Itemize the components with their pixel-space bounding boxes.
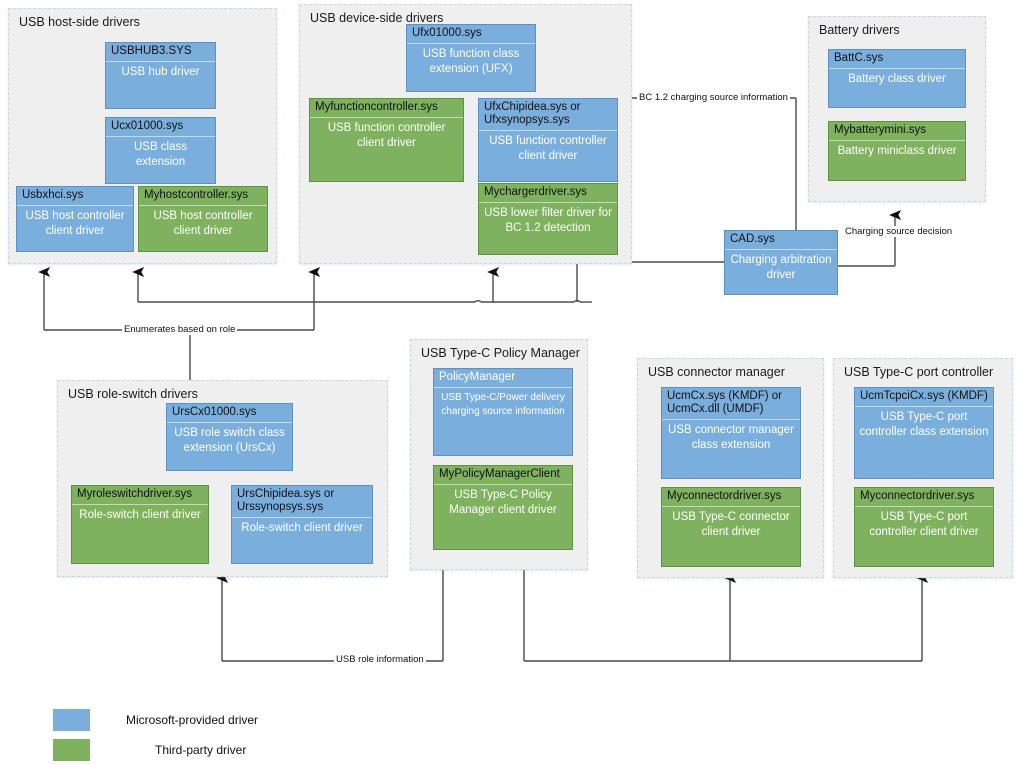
box-title-ucx01000: Ucx01000.sys xyxy=(106,118,215,137)
box-body-ufx01000: USB function class extension (UFX) xyxy=(422,48,520,75)
wire-label-enumerates: Enumerates based on role xyxy=(122,324,238,335)
box-body-mybatterymini: Battery miniclass driver xyxy=(837,145,957,157)
box-myhostcontroller[interactable]: Myhostcontroller.sys USB host controller… xyxy=(138,186,268,252)
box-title-cad: CAD.sys xyxy=(725,231,837,250)
group-title-host: USB host-side drivers xyxy=(19,15,140,29)
box-title-ucmcx: UcmCx.sys (KMDF) or UcmCx.dll (UMDF) xyxy=(662,388,800,420)
box-ufxchipidea[interactable]: UfxChipidea.sys or Ufxsynopsys.sys USB f… xyxy=(478,98,618,182)
wire-label-charging-source-decision: Charging source decision xyxy=(843,226,955,237)
box-body-mypolicymanagerclient: USB Type-C Policy Manager client driver xyxy=(449,489,557,516)
legend-label-third-party: Third-party driver xyxy=(155,743,247,757)
box-title-mypolicymanagerclient: MyPolicyManagerClient xyxy=(434,466,572,485)
box-title-ufx01000: Ufx01000.sys xyxy=(407,25,535,44)
group-title-roleswitch: USB role-switch drivers xyxy=(68,387,198,401)
box-body-ucmtcpcicx: USB Type-C port controller class extensi… xyxy=(859,411,989,438)
box-body-urschipidea: Role-switch client driver xyxy=(241,522,363,534)
box-usbxhci[interactable]: Usbxhci.sys USB host controller client d… xyxy=(16,186,134,252)
box-title-urschipidea: UrsChipidea.sys or Urssynopsys.sys xyxy=(232,486,372,518)
diagram-canvas: USB host-side drivers USBHUB3.SYS USB hu… xyxy=(0,0,1016,765)
box-battc[interactable]: BattC.sys Battery class driver xyxy=(828,49,966,108)
box-mypolicymanagerclient[interactable]: MyPolicyManagerClient USB Type-C Policy … xyxy=(433,465,573,550)
box-ufx01000[interactable]: Ufx01000.sys USB function class extensio… xyxy=(406,24,536,92)
box-body-usbhub3: USB hub driver xyxy=(121,66,200,78)
wire-label-usb-role-information: USB role information xyxy=(334,654,426,665)
group-title-portcontroller: USB Type-C port controller xyxy=(844,365,994,379)
box-title-mychargerdriver: Mychargerdriver.sys xyxy=(479,184,617,203)
box-ucx01000[interactable]: Ucx01000.sys USB class extension xyxy=(105,117,216,184)
group-title-connector: USB connector manager xyxy=(648,365,785,379)
box-cad[interactable]: CAD.sys Charging arbitration driver xyxy=(724,230,838,295)
box-title-myroleswitchdriver: Myroleswitchdriver.sys xyxy=(72,486,208,505)
box-policymanager[interactable]: PolicyManager USB Type-C/Power delivery … xyxy=(433,368,573,456)
box-title-mybatterymini: Mybatterymini.sys xyxy=(829,122,965,141)
box-urschipidea[interactable]: UrsChipidea.sys or Urssynopsys.sys Role-… xyxy=(231,485,373,564)
box-title-ufxchipidea: UfxChipidea.sys or Ufxsynopsys.sys xyxy=(479,99,617,131)
group-title-policy: USB Type-C Policy Manager xyxy=(421,346,580,360)
box-title-battc: BattC.sys xyxy=(829,50,965,69)
box-body-myhostcontroller: USB host controller client driver xyxy=(153,210,253,237)
box-title-myconnectordriver: Myconnectordriver.sys xyxy=(662,488,800,507)
box-ucmtcpcicx[interactable]: UcmTcpciCx.sys (KMDF) USB Type-C port co… xyxy=(854,387,994,479)
box-body-myconnectordriver2: USB Type-C port controller client driver xyxy=(869,511,979,538)
box-title-usbxhci: Usbxhci.sys xyxy=(17,187,133,206)
box-myroleswitchdriver[interactable]: Myroleswitchdriver.sys Role-switch clien… xyxy=(71,485,209,564)
box-myconnectordriver2[interactable]: Myconnectordriver.sys USB Type-C port co… xyxy=(854,487,994,567)
box-body-myfunctioncontroller: USB function controller client driver xyxy=(327,122,446,149)
box-body-usbxhci: USB host controller client driver xyxy=(25,210,125,237)
legend-swatch-microsoft xyxy=(53,709,90,731)
box-body-myroleswitchdriver: Role-switch client driver xyxy=(79,509,201,521)
box-myfunctioncontroller[interactable]: Myfunctioncontroller.sys USB function co… xyxy=(309,98,464,182)
box-body-ufxchipidea: USB function controller client driver xyxy=(489,135,607,162)
box-title-myconnectordriver2: Myconnectordriver.sys xyxy=(855,488,993,507)
box-mychargerdriver[interactable]: Mychargerdriver.sys USB lower filter dri… xyxy=(478,183,618,255)
legend-label-microsoft: Microsoft-provided driver xyxy=(126,713,259,727)
box-myconnectordriver[interactable]: Myconnectordriver.sys USB Type-C connect… xyxy=(661,487,801,567)
box-mybatterymini[interactable]: Mybatterymini.sys Battery miniclass driv… xyxy=(828,121,966,181)
box-urscx01000[interactable]: UrsCx01000.sys USB role switch class ext… xyxy=(166,403,293,471)
box-body-cad: Charging arbitration driver xyxy=(730,254,832,281)
legend-swatch-third-party xyxy=(53,739,90,761)
box-body-myconnectordriver: USB Type-C connector client driver xyxy=(672,511,790,538)
box-body-urscx01000: USB role switch class extension (UrsCx) xyxy=(174,427,285,454)
box-ucmcx[interactable]: UcmCx.sys (KMDF) or UcmCx.dll (UMDF) USB… xyxy=(661,387,801,479)
box-body-mychargerdriver: USB lower filter driver for BC 1.2 detec… xyxy=(484,207,612,234)
box-title-policymanager: PolicyManager xyxy=(434,369,572,388)
box-title-urscx01000: UrsCx01000.sys xyxy=(167,404,292,423)
box-title-myhostcontroller: Myhostcontroller.sys xyxy=(139,187,267,206)
box-title-usbhub3: USBHUB3.SYS xyxy=(106,43,215,62)
box-title-myfunctioncontroller: Myfunctioncontroller.sys xyxy=(310,99,463,118)
box-usbhub3[interactable]: USBHUB3.SYS USB hub driver xyxy=(105,42,216,109)
wire-label-bc12: BC 1.2 charging source information xyxy=(637,92,790,103)
box-body-ucx01000: USB class extension xyxy=(133,141,188,168)
box-body-policymanager: USB Type-C/Power delivery charging sourc… xyxy=(441,392,565,417)
box-body-ucmcx: USB connector manager class extension xyxy=(668,424,794,451)
box-title-ucmtcpcicx: UcmTcpciCx.sys (KMDF) xyxy=(855,388,993,407)
group-title-battery: Battery drivers xyxy=(819,23,900,37)
box-body-battc: Battery class driver xyxy=(848,73,946,85)
group-title-device: USB device-side drivers xyxy=(310,11,444,25)
